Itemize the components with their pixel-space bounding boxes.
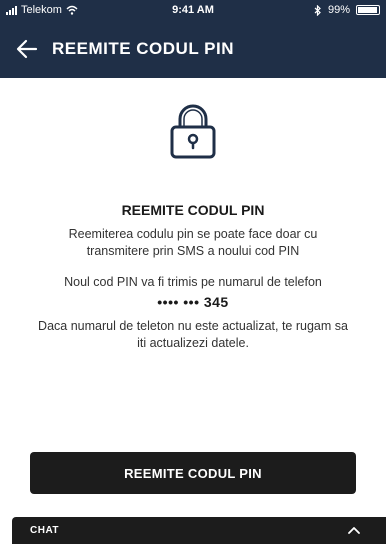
page-title: REEMITE CODUL PIN	[52, 39, 234, 58]
update-note: Daca numarul de teleton nu este actualiz…	[38, 319, 348, 350]
battery-icon	[356, 5, 380, 15]
nav-bar: REEMITE CODUL PIN	[0, 28, 386, 72]
masked-phone-number: •••• ••• 345	[157, 294, 229, 310]
phone-label: Noul cod PIN va fi trimis pe numarul de …	[64, 275, 322, 289]
chat-bar[interactable]: CHAT	[12, 517, 386, 544]
reset-pin-button[interactable]: REEMITE CODUL PIN	[30, 452, 356, 494]
battery-percent: 99%	[327, 4, 350, 16]
status-right: 99%	[314, 4, 380, 16]
chevron-up-icon[interactable]	[348, 525, 360, 535]
chat-label: CHAT	[30, 525, 60, 536]
bluetooth-icon	[314, 4, 321, 16]
lock-icon	[170, 104, 216, 159]
section-title: REEMITE CODUL PIN	[121, 202, 265, 218]
back-arrow-icon[interactable]	[14, 36, 40, 62]
app-header: Telekom 9:41 AM 99% REEMITE CODUL PIN	[0, 0, 386, 78]
description-text: Reemiterea codulu pin se poate face doar…	[68, 227, 318, 258]
status-bar: Telekom 9:41 AM 99%	[0, 0, 386, 20]
